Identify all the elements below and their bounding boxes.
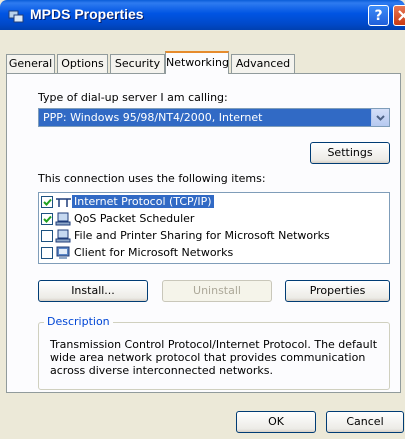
tab-label: Advanced bbox=[235, 57, 291, 70]
item-checkbox[interactable] bbox=[41, 247, 53, 259]
help-button[interactable]: ? bbox=[368, 5, 389, 26]
tab-label: Networking bbox=[166, 56, 229, 69]
item-label: Client for Microsoft Networks bbox=[74, 246, 234, 259]
checkmark-icon bbox=[43, 215, 52, 223]
items-label: This connection uses the following items… bbox=[38, 172, 266, 185]
button-label: Properties bbox=[309, 284, 366, 297]
help-icon: ? bbox=[374, 8, 383, 24]
item-label: Internet Protocol (TCP/IP) bbox=[72, 195, 214, 208]
item-checkbox[interactable] bbox=[41, 213, 53, 225]
tab-label: Security bbox=[114, 57, 161, 70]
connection-icon bbox=[8, 10, 24, 23]
dropdown-button[interactable] bbox=[371, 109, 389, 126]
button-label: OK bbox=[268, 415, 284, 428]
tab-label: General bbox=[8, 57, 53, 70]
network-protocol-icon bbox=[56, 198, 71, 207]
item-label: File and Printer Sharing for Microsoft N… bbox=[74, 229, 330, 242]
server-type-label: Type of dial-up server I am calling: bbox=[38, 91, 228, 104]
tab-general[interactable]: General bbox=[6, 54, 55, 73]
network-service-icon bbox=[55, 212, 71, 226]
server-type-select[interactable]: PPP: Windows 95/98/NT4/2000, Internet bbox=[38, 108, 390, 127]
server-type-value: PPP: Windows 95/98/NT4/2000, Internet bbox=[43, 111, 263, 124]
item-checkbox[interactable] bbox=[41, 230, 53, 242]
button-label: Cancel bbox=[346, 415, 384, 428]
close-button[interactable] bbox=[393, 5, 405, 26]
tab-security[interactable]: Security bbox=[110, 54, 165, 73]
properties-button[interactable]: Properties bbox=[285, 280, 390, 302]
tab-label: Options bbox=[61, 57, 104, 70]
tab-networking[interactable]: Networking bbox=[165, 51, 229, 74]
close-icon bbox=[398, 10, 405, 21]
button-label: Uninstall bbox=[193, 284, 241, 297]
list-item-qos[interactable]: QoS Packet Scheduler bbox=[41, 211, 387, 228]
list-item-file-sharing[interactable]: File and Printer Sharing for Microsoft N… bbox=[41, 228, 387, 245]
tab-advanced[interactable]: Advanced bbox=[231, 54, 295, 73]
title-bar[interactable]: MPDS Properties ? bbox=[0, 0, 405, 30]
settings-button[interactable]: Settings bbox=[310, 142, 390, 164]
button-label: Settings bbox=[327, 146, 373, 159]
network-client-icon bbox=[56, 246, 70, 259]
install-button[interactable]: Install... bbox=[38, 280, 148, 302]
tab-options[interactable]: Options bbox=[57, 54, 108, 73]
network-service-icon bbox=[55, 229, 71, 243]
components-list[interactable]: Internet Protocol (TCP/IP) QoS Packet Sc… bbox=[38, 192, 390, 264]
properties-dialog: MPDS Properties ? General Options Securi… bbox=[0, 0, 405, 439]
checkmark-icon bbox=[43, 198, 52, 206]
description-title: Description bbox=[44, 315, 113, 328]
button-label: Install... bbox=[71, 284, 115, 297]
chevron-down-icon bbox=[376, 115, 385, 121]
description-text: Transmission Control Protocol/Internet P… bbox=[50, 338, 378, 377]
item-checkbox[interactable] bbox=[41, 196, 53, 208]
item-label: QoS Packet Scheduler bbox=[74, 212, 195, 225]
list-item-tcpip[interactable]: Internet Protocol (TCP/IP) bbox=[41, 194, 387, 211]
uninstall-button[interactable]: Uninstall bbox=[162, 280, 272, 302]
ok-button[interactable]: OK bbox=[236, 411, 316, 433]
list-item-client[interactable]: Client for Microsoft Networks bbox=[41, 245, 387, 262]
cancel-button[interactable]: Cancel bbox=[326, 411, 404, 433]
window-title: MPDS Properties bbox=[30, 6, 144, 22]
